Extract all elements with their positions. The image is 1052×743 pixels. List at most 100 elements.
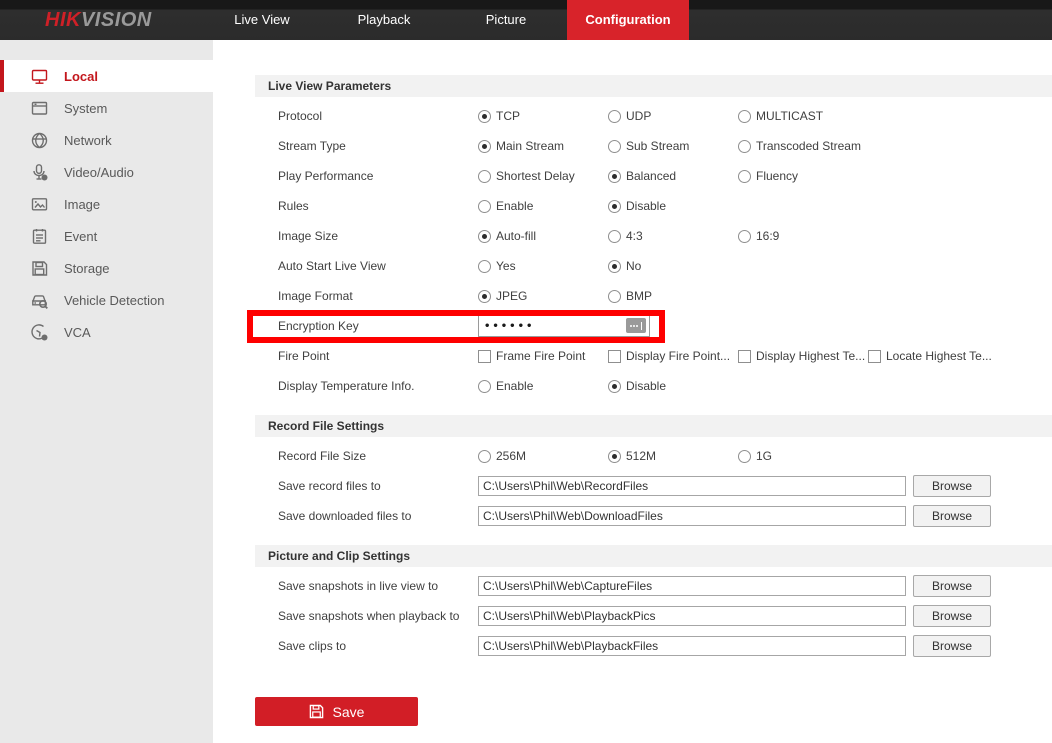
checkbox-icon[interactable] xyxy=(478,350,491,363)
section-header-picture-clip-settings: Picture and Clip Settings xyxy=(255,545,1052,567)
radio-icon[interactable] xyxy=(738,230,751,243)
checkbox-icon[interactable] xyxy=(608,350,621,363)
radio-icon[interactable] xyxy=(478,170,491,183)
radio-option-shortest-delay[interactable]: Shortest Delay xyxy=(478,169,608,183)
checkbox-frame-fire-point[interactable]: Frame Fire Point xyxy=(478,349,608,363)
nav-tabs: Live View Playback Picture Configuration xyxy=(201,0,689,40)
radio-icon[interactable] xyxy=(738,450,751,463)
radio-option-auto-fill[interactable]: Auto-fill xyxy=(478,229,608,243)
radio-option-fluency[interactable]: Fluency xyxy=(738,169,868,183)
radio-option-jpeg[interactable]: JPEG xyxy=(478,289,608,303)
sidebar-item-image[interactable]: Image xyxy=(0,188,213,220)
radio-option-temp-enable[interactable]: Enable xyxy=(478,379,608,393)
radio-icon[interactable] xyxy=(608,450,621,463)
radio-option-sub-stream[interactable]: Sub Stream xyxy=(608,139,738,153)
save-button[interactable]: Save xyxy=(255,697,418,726)
row-save-clips: Save clips to Browse xyxy=(213,631,1052,661)
radio-icon[interactable] xyxy=(478,140,491,153)
option-label: Main Stream xyxy=(496,139,564,153)
tab-live-view[interactable]: Live View xyxy=(201,0,323,40)
sidebar-item-storage[interactable]: Storage xyxy=(0,252,213,284)
radio-option-main-stream[interactable]: Main Stream xyxy=(478,139,608,153)
radio-option-1g[interactable]: 1G xyxy=(738,449,868,463)
sidebar-item-label: System xyxy=(64,101,107,116)
browse-button[interactable]: Browse xyxy=(913,475,991,497)
radio-icon[interactable] xyxy=(738,140,751,153)
radio-icon[interactable] xyxy=(478,290,491,303)
radio-option-multicast[interactable]: MULTICAST xyxy=(738,109,868,123)
radio-option-16-9[interactable]: 16:9 xyxy=(738,229,868,243)
downloaded-files-path-input[interactable] xyxy=(478,506,906,526)
radio-icon[interactable] xyxy=(608,200,621,213)
radio-icon[interactable] xyxy=(608,140,621,153)
browse-button[interactable]: Browse xyxy=(913,605,991,627)
row-label: Save clips to xyxy=(278,639,478,653)
tab-playback[interactable]: Playback xyxy=(323,0,445,40)
sidebar-item-label: Event xyxy=(64,229,97,244)
radio-option-rules-disable[interactable]: Disable xyxy=(608,199,738,213)
radio-option-512m[interactable]: 512M xyxy=(608,449,738,463)
tab-picture[interactable]: Picture xyxy=(445,0,567,40)
option-label: Display Fire Point... xyxy=(626,349,730,363)
radio-icon[interactable] xyxy=(478,260,491,273)
sidebar-item-label: Storage xyxy=(64,261,110,276)
checkbox-display-highest-temp[interactable]: Display Highest Te... xyxy=(738,349,868,363)
radio-icon[interactable] xyxy=(608,380,621,393)
radio-icon[interactable] xyxy=(608,110,621,123)
radio-icon[interactable] xyxy=(478,230,491,243)
checkbox-locate-highest-temp[interactable]: Locate Highest Te... xyxy=(868,349,998,363)
row-label: Rules xyxy=(278,199,478,213)
radio-option-256m[interactable]: 256M xyxy=(478,449,608,463)
radio-icon[interactable] xyxy=(478,380,491,393)
soft-keyboard-icon[interactable] xyxy=(626,318,646,333)
radio-option-rules-enable[interactable]: Enable xyxy=(478,199,608,213)
row-label: Save snapshots in live view to xyxy=(278,579,478,593)
monitor-icon xyxy=(30,67,49,86)
snapshot-liveview-path-input[interactable] xyxy=(478,576,906,596)
radio-icon[interactable] xyxy=(738,110,751,123)
top-nav-bar: HIKVISION Live View Playback Picture Con… xyxy=(0,0,1052,40)
row-label: Stream Type xyxy=(278,139,478,153)
option-label: Locate Highest Te... xyxy=(886,349,992,363)
radio-icon[interactable] xyxy=(608,260,621,273)
radio-option-no[interactable]: No xyxy=(608,259,738,273)
radio-option-udp[interactable]: UDP xyxy=(608,109,738,123)
radio-option-tcp[interactable]: TCP xyxy=(478,109,608,123)
row-label: Save record files to xyxy=(278,479,478,493)
clips-path-input[interactable] xyxy=(478,636,906,656)
checkbox-display-fire-point[interactable]: Display Fire Point... xyxy=(608,349,738,363)
radio-option-temp-disable[interactable]: Disable xyxy=(608,379,738,393)
sidebar-item-system[interactable]: System xyxy=(0,92,213,124)
sidebar-item-vehicle-detection[interactable]: Vehicle Detection xyxy=(0,284,213,316)
radio-option-yes[interactable]: Yes xyxy=(478,259,608,273)
checkbox-icon[interactable] xyxy=(868,350,881,363)
sidebar-item-video-audio[interactable]: Video/Audio xyxy=(0,156,213,188)
radio-icon[interactable] xyxy=(478,200,491,213)
radio-option-transcoded-stream[interactable]: Transcoded Stream xyxy=(738,139,868,153)
browse-button[interactable]: Browse xyxy=(913,575,991,597)
browse-button[interactable]: Browse xyxy=(913,635,991,657)
radio-icon[interactable] xyxy=(478,110,491,123)
row-fire-point: Fire Point Frame Fire Point Display Fire… xyxy=(213,341,1052,371)
sidebar-item-event[interactable]: Event xyxy=(0,220,213,252)
radio-option-balanced[interactable]: Balanced xyxy=(608,169,738,183)
row-image-size: Image Size Auto-fill 4:3 16:9 xyxy=(213,221,1052,251)
radio-option-4-3[interactable]: 4:3 xyxy=(608,229,738,243)
radio-icon[interactable] xyxy=(608,290,621,303)
row-label: Protocol xyxy=(278,109,478,123)
option-label: Disable xyxy=(626,379,666,393)
checkbox-icon[interactable] xyxy=(738,350,751,363)
sidebar-item-local[interactable]: Local xyxy=(0,60,213,92)
record-files-path-input[interactable] xyxy=(478,476,906,496)
radio-icon[interactable] xyxy=(608,230,621,243)
sidebar-item-vca[interactable]: VCA xyxy=(0,316,213,348)
snapshot-playback-path-input[interactable] xyxy=(478,606,906,626)
tab-configuration[interactable]: Configuration xyxy=(567,0,689,40)
encryption-key-input[interactable] xyxy=(478,315,650,337)
sidebar-item-network[interactable]: Network xyxy=(0,124,213,156)
radio-icon[interactable] xyxy=(478,450,491,463)
radio-option-bmp[interactable]: BMP xyxy=(608,289,738,303)
browse-button[interactable]: Browse xyxy=(913,505,991,527)
radio-icon[interactable] xyxy=(738,170,751,183)
radio-icon[interactable] xyxy=(608,170,621,183)
